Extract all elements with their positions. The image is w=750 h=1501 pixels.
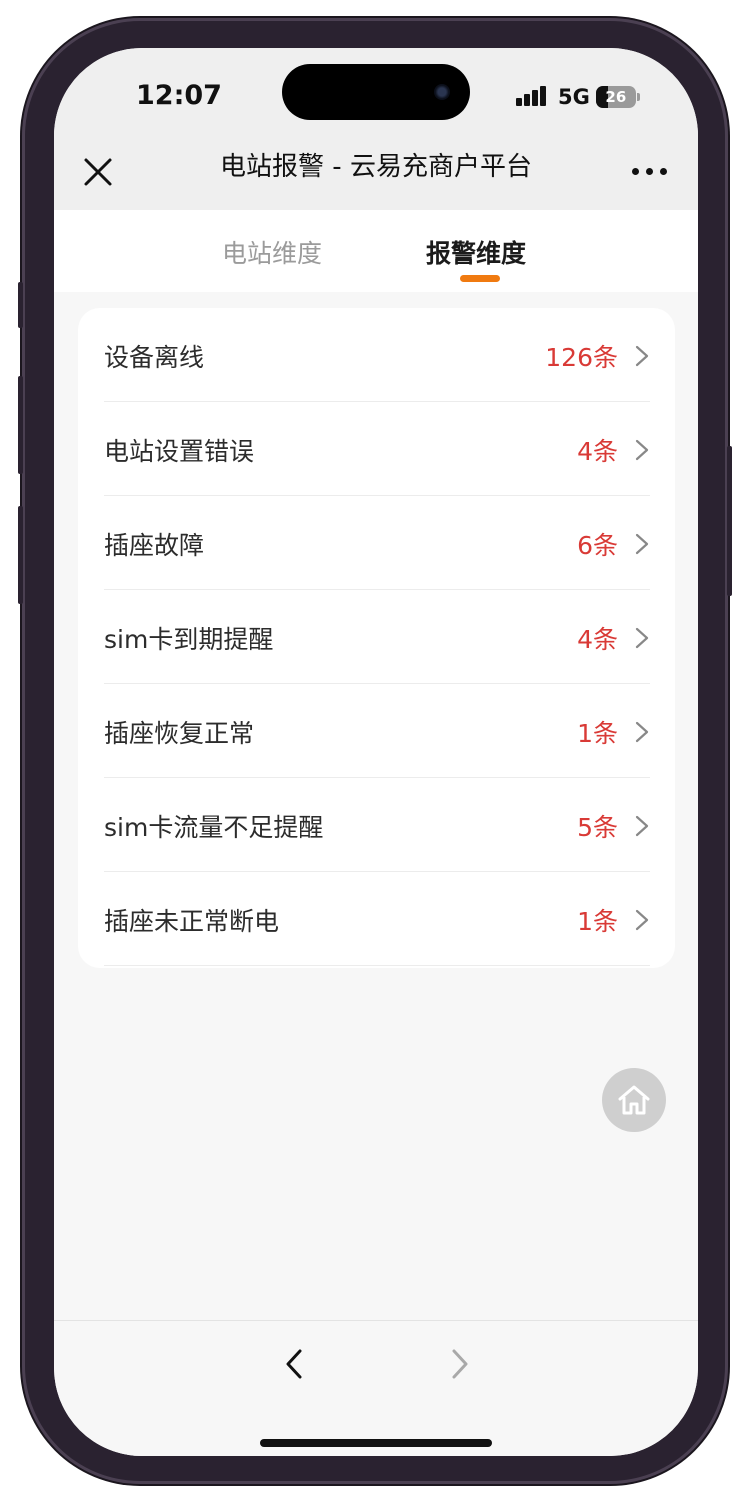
- alarm-label: 插座恢复正常: [104, 719, 255, 748]
- top-bar: 12:07 5G 26 电站报警 - 云易充商户平台: [54, 48, 698, 210]
- alarm-count: 6条: [577, 531, 618, 560]
- camera-icon: [434, 84, 450, 100]
- tab-alarm-dimension[interactable]: 报警维度: [426, 234, 526, 270]
- browser-nav-bar: [54, 1320, 698, 1456]
- chevron-right-icon: [635, 439, 649, 461]
- home-icon: [618, 1085, 650, 1115]
- alarm-row-socket-fault[interactable]: 插座故障 6条: [104, 496, 650, 590]
- close-icon[interactable]: [80, 154, 116, 190]
- home-button[interactable]: [602, 1068, 666, 1132]
- side-button-left-1: [18, 282, 23, 328]
- chevron-left-icon[interactable]: [280, 1347, 308, 1381]
- chevron-right-icon[interactable]: [446, 1347, 474, 1381]
- alarm-label: sim卡流量不足提醒: [104, 813, 324, 842]
- home-indicator: [260, 1439, 492, 1447]
- battery-level: 26: [605, 88, 627, 106]
- status-time: 12:07: [136, 80, 222, 111]
- battery-tip: [636, 93, 640, 101]
- alarm-count: 1条: [577, 719, 618, 748]
- alarm-row-device-offline[interactable]: 设备离线 126条: [104, 308, 650, 402]
- alarm-label: 电站设置错误: [104, 437, 255, 466]
- status-indicators: 5G 26: [516, 84, 640, 110]
- chevron-right-icon: [635, 909, 649, 931]
- dynamic-island: [282, 64, 470, 120]
- alarm-row-socket-recovered[interactable]: 插座恢复正常 1条: [104, 684, 650, 778]
- alarm-label: 设备离线: [104, 343, 205, 372]
- chevron-right-icon: [635, 345, 649, 367]
- side-button-left-3: [18, 506, 23, 604]
- tab-station-dimension[interactable]: 电站维度: [222, 234, 322, 270]
- alarm-count: 126条: [545, 343, 618, 372]
- alarm-list: 设备离线 126条 电站设置错误 4条 插座故障 6条 sim卡到期提醒 4条 …: [78, 308, 675, 968]
- signal-icon: [516, 86, 550, 108]
- alarm-label: sim卡到期提醒: [104, 625, 274, 654]
- alarm-label: 插座未正常断电: [104, 907, 280, 936]
- alarm-count: 4条: [577, 625, 618, 654]
- chevron-right-icon: [635, 815, 649, 837]
- network-type: 5G: [558, 85, 590, 109]
- page-title: 电站报警 - 云易充商户平台: [220, 152, 532, 182]
- side-button-left-2: [18, 376, 23, 474]
- chevron-right-icon: [635, 721, 649, 743]
- chevron-right-icon: [635, 627, 649, 649]
- alarm-row-station-config-error[interactable]: 电站设置错误 4条: [104, 402, 650, 496]
- battery-icon: 26: [595, 86, 636, 108]
- more-icon[interactable]: [632, 164, 672, 178]
- tab-bar: 电站维度 报警维度: [54, 210, 698, 292]
- alarm-row-sim-data-low[interactable]: sim卡流量不足提醒 5条: [104, 778, 650, 872]
- chevron-right-icon: [635, 533, 649, 555]
- app-screen: 12:07 5G 26 电站报警 - 云易充商户平台 电站维度 报警维度 设备离…: [54, 48, 698, 1456]
- alarm-row-socket-not-powered-off[interactable]: 插座未正常断电 1条: [104, 872, 650, 966]
- alarm-count: 1条: [577, 907, 618, 936]
- alarm-count: 5条: [577, 813, 618, 842]
- active-tab-indicator: [460, 275, 500, 282]
- alarm-label: 插座故障: [104, 531, 205, 560]
- side-button-right: [727, 446, 732, 596]
- alarm-count: 4条: [577, 437, 618, 466]
- alarm-row-sim-expiry[interactable]: sim卡到期提醒 4条: [104, 590, 650, 684]
